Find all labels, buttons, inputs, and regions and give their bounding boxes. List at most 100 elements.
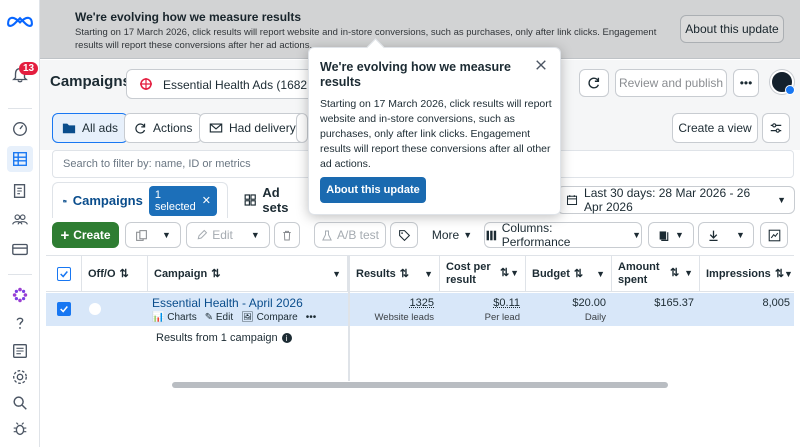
- horizontal-scrollbar[interactable]: [172, 382, 668, 388]
- column-header-cost-per-result[interactable]: Cost per result ⇅ ▼: [440, 256, 526, 292]
- apps-flower-icon[interactable]: [9, 284, 31, 306]
- impressions-value: 8,005: [762, 297, 790, 309]
- review-and-publish-button[interactable]: Review and publish: [615, 69, 727, 97]
- ads-manager-table-icon[interactable]: [7, 146, 33, 172]
- date-range-label: Last 30 days: 28 Mar 2026 - 26 Apr 2026: [584, 186, 751, 214]
- notifications-icon[interactable]: 13: [9, 62, 39, 86]
- ad-account-name: Essential Health Ads (1682...: [163, 78, 318, 92]
- delete-button[interactable]: [274, 222, 300, 248]
- calendar-icon: [567, 195, 578, 206]
- dashboard-gauge-icon[interactable]: [9, 118, 31, 140]
- about-this-update-button[interactable]: About this update: [680, 15, 784, 43]
- actions-chip[interactable]: Actions: [124, 113, 203, 143]
- search-icon[interactable]: [9, 392, 31, 414]
- results-header-label: Results: [356, 267, 396, 280]
- info-icon[interactable]: i: [281, 333, 292, 343]
- all-ads-label: All ads: [82, 121, 119, 135]
- column-header-impressions[interactable]: Impressions ⇅ ▼: [700, 256, 794, 292]
- help-question-icon[interactable]: [9, 312, 31, 334]
- column-header-campaign[interactable]: Campaign ⇅ ▼: [148, 256, 348, 292]
- breakdown-dropdown[interactable]: ▼: [648, 222, 694, 248]
- had-delivery-chip[interactable]: Had delivery: [199, 113, 306, 143]
- chevron-down-icon: ▼: [736, 230, 745, 240]
- create-button[interactable]: + Create: [52, 222, 119, 248]
- results-summary: Results from 1 campaign i: [156, 332, 292, 344]
- filter-chip-partial[interactable]: [296, 113, 308, 143]
- billing-card-icon[interactable]: [9, 238, 31, 260]
- row-checkbox[interactable]: [57, 302, 71, 316]
- ad-account-selector[interactable]: Essential Health Ads (1682...: [126, 69, 336, 99]
- charts-toggle-button[interactable]: [760, 222, 788, 248]
- chevron-down-icon[interactable]: ▼: [424, 269, 433, 279]
- select-all-header[interactable]: [46, 256, 82, 292]
- view-settings-button[interactable]: [762, 113, 790, 143]
- more-options-button[interactable]: •••: [733, 69, 759, 97]
- compare-action[interactable]: 🖼 Compare: [241, 312, 298, 323]
- cost-per-result-header-label: Cost per result: [446, 260, 491, 286]
- table-row[interactable]: Essential Health - April 2026 📊 Charts ✎…: [46, 293, 794, 326]
- audiences-icon[interactable]: [9, 208, 31, 230]
- sort-icon[interactable]: ⇅: [574, 267, 583, 280]
- column-header-budget[interactable]: Budget ⇅ ▼: [526, 256, 612, 292]
- chevron-down-icon[interactable]: ▼: [510, 267, 519, 280]
- sort-icon[interactable]: ⇅: [400, 267, 409, 280]
- campaign-name-link[interactable]: Essential Health - April 2026: [152, 296, 303, 310]
- cost-per-result-value[interactable]: $0.11: [440, 297, 520, 309]
- tag-button[interactable]: [390, 222, 418, 248]
- results-value[interactable]: 1325: [350, 297, 434, 309]
- close-icon[interactable]: [535, 59, 549, 73]
- columns-dropdown[interactable]: Columns: Performance ▼: [484, 221, 642, 249]
- column-header-amount-spent[interactable]: Amount spent ⇅ ▼: [612, 256, 700, 292]
- tab-ad-sets[interactable]: Ad sets: [234, 182, 314, 218]
- chevron-down-icon: ▼: [250, 230, 260, 240]
- row-more-options[interactable]: •••: [306, 312, 317, 323]
- tab-campaigns[interactable]: Campaigns 1 selected ✕: [52, 182, 228, 218]
- chevron-down-icon[interactable]: ▼: [784, 269, 793, 279]
- edit-action[interactable]: ✎ Edit: [205, 312, 233, 323]
- avatar[interactable]: [770, 70, 795, 95]
- sort-icon[interactable]: ⇅: [211, 267, 220, 280]
- campaign-folder-icon: [63, 199, 67, 202]
- sort-icon[interactable]: ⇅: [775, 267, 784, 280]
- news-feed-icon[interactable]: [9, 340, 31, 362]
- edit-action-label: Edit: [215, 312, 234, 323]
- banner-title: We're evolving how we measure results: [75, 10, 302, 24]
- compare-action-label: Compare: [256, 312, 298, 323]
- clear-selection-icon[interactable]: ✕: [202, 194, 211, 207]
- chevron-down-icon: ▼: [675, 230, 684, 240]
- budget-header-label: Budget: [532, 267, 570, 280]
- pages-icon[interactable]: [9, 180, 31, 202]
- refresh-icon: [588, 77, 600, 89]
- duplicate-button[interactable]: ▼: [125, 222, 181, 248]
- create-label: Create: [73, 228, 111, 242]
- bug-report-icon[interactable]: [9, 418, 31, 440]
- more-dropdown[interactable]: More ▼: [422, 222, 482, 248]
- column-header-results[interactable]: Results ⇅ ▼: [350, 256, 440, 292]
- flask-icon: [322, 230, 332, 240]
- meta-logo-icon[interactable]: [6, 10, 34, 32]
- chevron-down-icon: ▼: [632, 230, 641, 240]
- date-range-picker[interactable]: Last 30 days: 28 Mar 2026 - 26 Apr 2026 …: [557, 186, 795, 214]
- chevron-down-icon[interactable]: ▼: [596, 269, 605, 279]
- settings-gear-icon[interactable]: [9, 366, 31, 388]
- all-ads-chip[interactable]: All ads: [52, 113, 129, 143]
- duplicate-icon: [136, 229, 147, 241]
- budget-type: Daily: [584, 312, 606, 323]
- select-all-checkbox[interactable]: [56, 266, 71, 281]
- chevron-down-icon[interactable]: ▼: [332, 269, 341, 279]
- sort-icon[interactable]: ⇅: [120, 267, 129, 280]
- selected-count-badge[interactable]: 1 selected ✕: [148, 185, 217, 216]
- create-a-view-button[interactable]: Create a view: [672, 113, 758, 143]
- envelope-icon: [209, 123, 223, 133]
- sort-icon[interactable]: ⇅: [670, 267, 679, 280]
- refresh-button[interactable]: [579, 69, 609, 97]
- edit-button[interactable]: Edit ▼: [186, 222, 270, 248]
- chevron-down-icon[interactable]: ▼: [684, 267, 693, 280]
- popover-about-update-button[interactable]: About this update: [320, 177, 426, 203]
- page-title: Campaigns: [50, 73, 131, 90]
- export-dropdown[interactable]: ▼: [698, 222, 754, 248]
- sort-icon[interactable]: ⇅: [500, 267, 509, 280]
- ab-test-button[interactable]: A/B test: [314, 222, 386, 248]
- charts-action[interactable]: 📊 Charts: [152, 312, 197, 323]
- column-header-off-on[interactable]: Off/O ⇅: [82, 256, 148, 292]
